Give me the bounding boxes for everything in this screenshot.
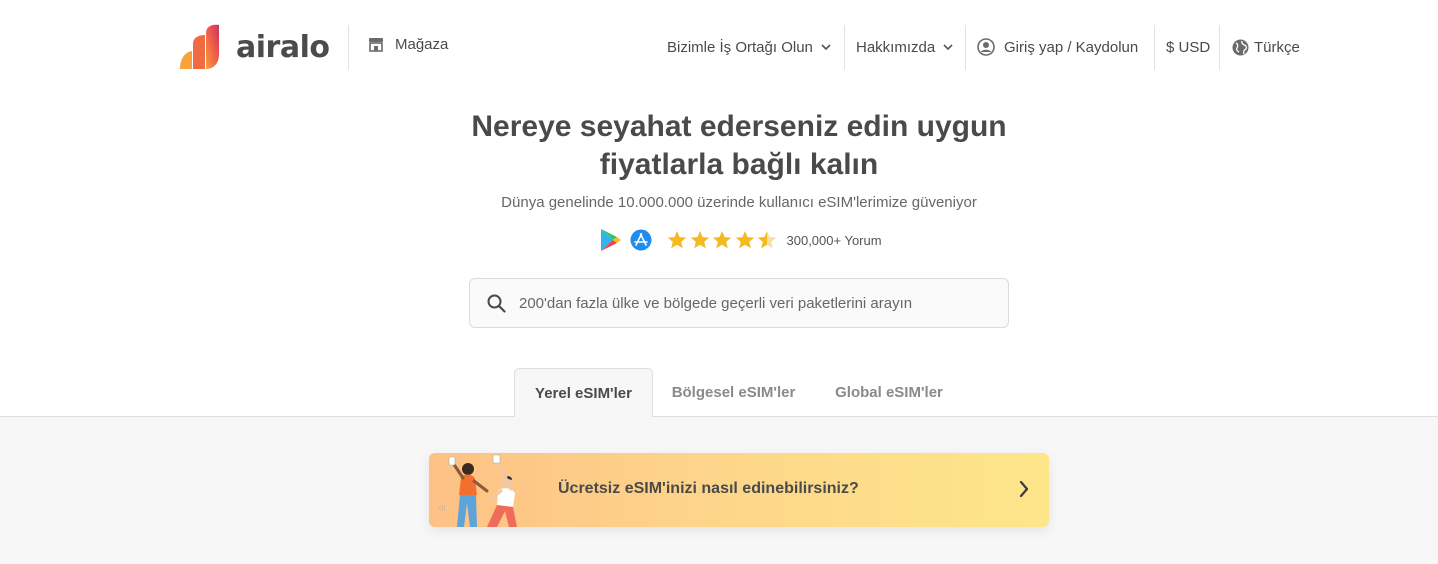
chevron-down-icon bbox=[821, 43, 831, 50]
chevron-right-icon bbox=[1019, 480, 1029, 498]
store-link[interactable]: Mağaza bbox=[368, 36, 448, 53]
star-icon bbox=[667, 231, 687, 249]
app-store-icon[interactable] bbox=[630, 229, 652, 251]
store-icon bbox=[369, 38, 383, 52]
svg-text:(((: ((( bbox=[439, 505, 446, 512]
store-label: Mağaza bbox=[395, 36, 449, 53]
partner-menu[interactable]: Bizimle İş Ortağı Olun bbox=[667, 24, 831, 70]
hero-title-line-2: fiyatlarla bağlı kalın bbox=[599, 148, 879, 181]
star-icon bbox=[712, 231, 732, 249]
hero-title: Nereye seyahat ederseniz edin uygun fiya… bbox=[0, 108, 1438, 184]
partner-label: Bizimle İş Ortağı Olun bbox=[667, 38, 813, 56]
free-esim-banner[interactable]: ((( Ücretsiz eSIM'inizi nasıl edinebilir… bbox=[429, 453, 1049, 527]
chevron-down-icon bbox=[943, 43, 953, 50]
site-header: airalo Mağaza Bizimle İş Ortağı Olun Hak… bbox=[0, 0, 1438, 95]
language-selector[interactable]: Türkçe bbox=[1232, 24, 1300, 70]
tab-global-esims[interactable]: Global eSIM'ler bbox=[822, 368, 956, 417]
star-rating bbox=[666, 229, 779, 251]
search-box[interactable] bbox=[469, 278, 1009, 328]
about-label: Hakkımızda bbox=[856, 38, 936, 56]
about-menu[interactable]: Hakkımızda bbox=[856, 24, 953, 70]
star-half-icon bbox=[757, 231, 777, 249]
header-divider bbox=[348, 25, 349, 70]
star-icon bbox=[735, 231, 754, 249]
google-play-icon[interactable] bbox=[600, 228, 622, 252]
user-icon bbox=[977, 38, 995, 56]
banner-text: Ücretsiz eSIM'inizi nasıl edinebilirsini… bbox=[558, 480, 859, 497]
hero-title-line-1: Nereye seyahat ederseniz edin uygun bbox=[471, 110, 1007, 143]
currency-label: $ USD bbox=[1166, 38, 1211, 56]
nav-divider bbox=[1154, 25, 1155, 70]
tab-local-esims[interactable]: Yerel eSIM'ler bbox=[514, 368, 653, 417]
search-icon bbox=[487, 294, 506, 313]
currency-selector[interactable]: $ USD bbox=[1166, 24, 1210, 70]
language-label: Türkçe bbox=[1254, 38, 1300, 56]
login-link[interactable]: Giriş yap / Kaydolun bbox=[977, 24, 1138, 70]
tab-regional-esims[interactable]: Bölgesel eSIM'ler bbox=[663, 368, 804, 417]
nav-divider bbox=[965, 25, 966, 70]
nav-divider bbox=[844, 25, 845, 70]
celebrating-people-illustration: ((( bbox=[439, 454, 517, 527]
rating-row: 300,000+ Yorum bbox=[600, 226, 882, 254]
globe-icon bbox=[1232, 39, 1249, 55]
star-icon bbox=[690, 231, 709, 249]
airalo-logo[interactable]: airalo bbox=[178, 24, 330, 70]
hero-subtitle: Dünya genelinde 10.000.000 üzerinde kull… bbox=[501, 194, 977, 211]
reviews-count[interactable]: 300,000+ Yorum bbox=[787, 233, 882, 248]
logo-wordmark: airalo bbox=[236, 29, 330, 65]
search-input[interactable] bbox=[519, 294, 979, 312]
airalo-logo-mark bbox=[180, 24, 219, 69]
login-label: Giriş yap / Kaydolun bbox=[1004, 38, 1139, 56]
nav-divider bbox=[1219, 25, 1220, 70]
